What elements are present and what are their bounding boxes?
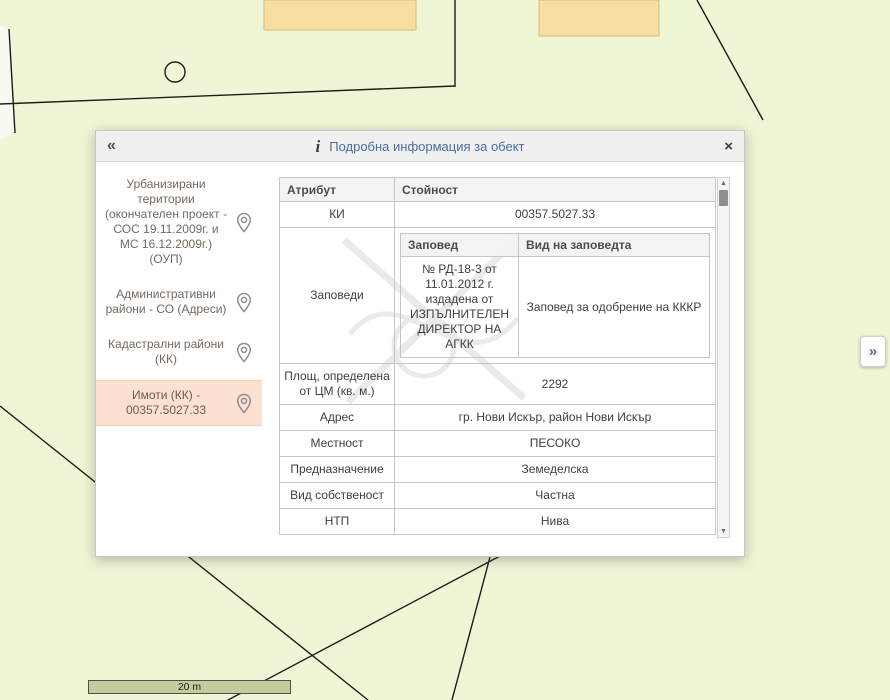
building-footprint <box>539 0 659 36</box>
table-row-address: Адрес гр. Нови Искър, район Нови Искър <box>280 405 716 431</box>
expand-panel-button[interactable]: » <box>860 336 886 367</box>
panel-header: « i Подробна информация за обект × <box>96 131 744 162</box>
value-cell: Нива <box>395 509 716 535</box>
attribute-area: Атрибут Стойност КИ 00357.5027.33 Запове… <box>262 162 744 557</box>
nested-row: № РД-18-3 от 11.01.2012 г. издадена от И… <box>401 257 710 358</box>
nested-column-order: Заповед <box>401 234 519 257</box>
map-viewport[interactable]: 20 m » « i Подробна информация за обект … <box>0 0 890 700</box>
table-row-designation: Предназначение Земеделска <box>280 457 716 483</box>
sidebar-item-label: Имоти (КК) - 00357.5027.33 <box>104 388 228 418</box>
orders-nested-table: Заповед Вид на заповедта № РД-18-3 от 11… <box>400 233 710 358</box>
scroll-down-icon[interactable]: ▼ <box>720 526 727 537</box>
value-cell: 2292 <box>395 364 716 405</box>
value-cell: Заповед Вид на заповедта № РД-18-3 от 11… <box>395 228 716 364</box>
attribute-cell: Адрес <box>280 405 395 431</box>
value-cell: Частна <box>395 483 716 509</box>
scrollbar-thumb[interactable] <box>719 190 728 206</box>
order-type-cell: Заповед за одобрение на КККР <box>519 257 710 358</box>
table-header-row: Атрибут Стойност <box>280 178 716 202</box>
value-cell: Земеделска <box>395 457 716 483</box>
panel-body: Урбанизирани територии (окончателен прое… <box>96 162 744 557</box>
value-cell: гр. Нови Искър, район Нови Искър <box>395 405 716 431</box>
scalebar-label: 20 m <box>178 681 201 693</box>
attribute-cell: Заповеди <box>280 228 395 364</box>
sidebar-item-administrative-regions[interactable]: Административни райони - СО (Адреси) <box>96 280 262 324</box>
table-row-ownership: Вид собственост Частна <box>280 483 716 509</box>
sidebar-item-label: Кадастрални райони (КК) <box>104 337 228 367</box>
scroll-up-icon[interactable]: ▲ <box>720 178 727 189</box>
value-cell: ПЕСОКО <box>395 431 716 457</box>
table-row-orders: Заповеди Заповед Вид на заповедта <box>280 228 716 364</box>
zoom-pin-icon[interactable] <box>228 393 260 414</box>
sidebar-item-property-selected[interactable]: Имоти (КК) - 00357.5027.33 <box>96 380 262 426</box>
table-scrollbar[interactable]: ▲ ▼ <box>717 177 730 538</box>
attribute-cell: КИ <box>280 202 395 228</box>
column-header-value: Стойност <box>395 178 716 202</box>
table-row-ki: КИ 00357.5027.33 <box>280 202 716 228</box>
nested-header-row: Заповед Вид на заповедта <box>401 234 710 257</box>
zoom-pin-icon[interactable] <box>228 342 260 363</box>
attribute-cell: Предназначение <box>280 457 395 483</box>
attribute-cell: Местност <box>280 431 395 457</box>
table-row-locality: Местност ПЕСОКО <box>280 431 716 457</box>
sidebar-item-label: Административни райони - СО (Адреси) <box>104 287 228 317</box>
attribute-cell: НТП <box>280 509 395 535</box>
value-cell: 00357.5027.33 <box>395 202 716 228</box>
sidebar-item-label: Урбанизирани територии (окончателен прое… <box>104 177 228 267</box>
order-number-cell: № РД-18-3 от 11.01.2012 г. издадена от И… <box>401 257 519 358</box>
building-footprint <box>264 0 416 30</box>
attribute-cell: Вид собственост <box>280 483 395 509</box>
table-row-area: Площ, определена от ЦМ (кв. м.) 2292 <box>280 364 716 405</box>
attribute-cell: Площ, определена от ЦМ (кв. м.) <box>280 364 395 405</box>
column-header-attribute: Атрибут <box>280 178 395 202</box>
panel-title: Подробна информация за обект <box>329 139 524 154</box>
sidebar-item-urbanized-territories[interactable]: Урбанизирани територии (окончателен прое… <box>96 170 262 274</box>
attribute-table: Атрибут Стойност КИ 00357.5027.33 Запове… <box>279 177 716 535</box>
nested-column-order-type: Вид на заповедта <box>519 234 710 257</box>
sidebar-item-cadastral-regions[interactable]: Кадастрални райони (КК) <box>96 330 262 374</box>
close-icon[interactable]: × <box>724 139 733 154</box>
collapse-panel-icon[interactable]: « <box>107 138 115 154</box>
zoom-pin-icon[interactable] <box>228 292 260 313</box>
zoom-pin-icon[interactable] <box>228 212 260 233</box>
table-row-ntp: НТП Нива <box>280 509 716 535</box>
layer-sidebar: Урбанизирани територии (окончателен прое… <box>96 162 262 557</box>
info-icon: i <box>315 138 320 155</box>
panel-title-wrap: i Подробна информация за обект <box>96 138 744 155</box>
map-scalebar: 20 m <box>88 680 291 694</box>
info-panel: « i Подробна информация за обект × Урбан… <box>95 130 745 557</box>
